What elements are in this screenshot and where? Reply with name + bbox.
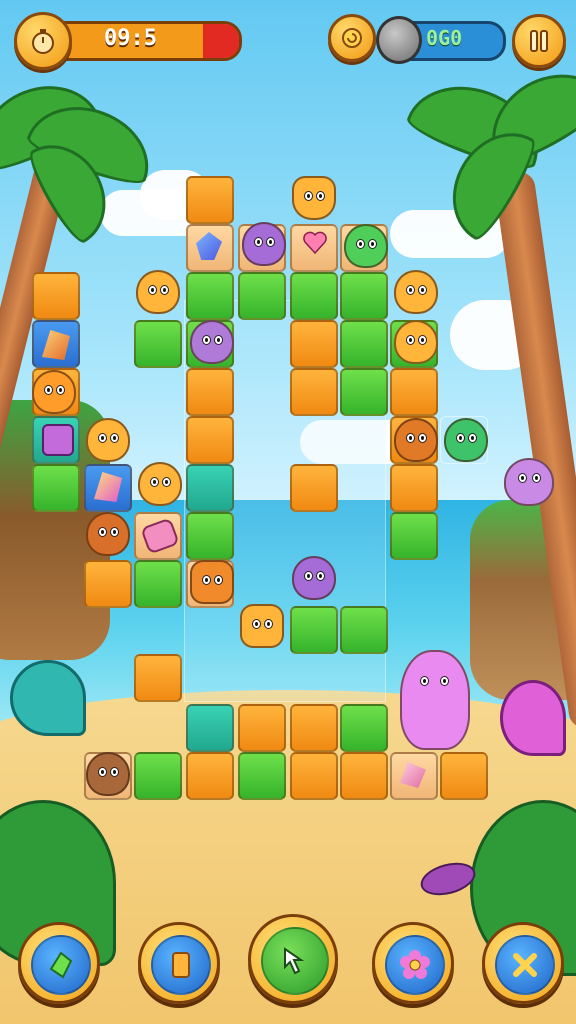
orange-blob-creature[interactable]	[394, 418, 438, 462]
brown-cat-creature[interactable]	[86, 512, 130, 556]
board-tile[interactable]	[290, 320, 338, 368]
flower-icon	[400, 950, 430, 979]
orange-fox-creature[interactable]	[394, 320, 438, 364]
board-tile[interactable]	[340, 752, 388, 800]
x-icon	[513, 953, 537, 977]
orange-star-creature[interactable]	[240, 604, 284, 648]
foreground-plant	[10, 660, 86, 736]
board-tile[interactable]	[290, 272, 338, 320]
board-tile[interactable]	[340, 368, 388, 416]
board-tile[interactable]	[186, 752, 234, 800]
heart-icon[interactable]	[302, 230, 328, 256]
foreground-plant	[500, 680, 566, 756]
orange-blob-creature[interactable]	[32, 370, 76, 414]
timer-badge	[14, 12, 72, 70]
board-tile[interactable]	[186, 704, 234, 752]
board-tile[interactable]	[186, 464, 234, 512]
card-tool-button[interactable]	[138, 922, 220, 1004]
purple-cat-creature[interactable]	[242, 222, 286, 266]
board-tile[interactable]	[134, 560, 182, 608]
board-tile[interactable]	[84, 560, 132, 608]
board-tile[interactable]	[290, 606, 338, 654]
board-tile[interactable]	[340, 272, 388, 320]
timer-text: 09:5	[104, 26, 157, 51]
orange-fox-creature[interactable]	[86, 418, 130, 462]
bag-icon	[376, 16, 422, 64]
board-tile[interactable]	[340, 704, 388, 752]
coin-icon	[342, 28, 362, 48]
cursor-tool-button[interactable]	[248, 914, 338, 1004]
board-tile[interactable]	[186, 512, 234, 560]
flower-tool-button[interactable]	[372, 922, 454, 1004]
board-tile[interactable]	[290, 752, 338, 800]
orange-fox-creature[interactable]	[138, 462, 182, 506]
score-text: 0G0	[426, 26, 463, 50]
board-tile[interactable]	[32, 272, 80, 320]
board-tile[interactable]	[134, 752, 182, 800]
board-tile[interactable]	[290, 464, 338, 512]
board-tile[interactable]	[390, 368, 438, 416]
orange-card-icon	[172, 952, 190, 978]
board-tile[interactable]	[440, 752, 488, 800]
orange-fox-creature[interactable]	[394, 270, 438, 314]
board-tile[interactable]	[290, 704, 338, 752]
pause-button[interactable]	[512, 14, 566, 68]
pause-icon	[530, 30, 548, 52]
arrow-cursor-icon	[284, 947, 305, 975]
timer-alert-segment	[203, 24, 239, 58]
board-tile[interactable]	[186, 416, 234, 464]
green-dino-creature[interactable]	[344, 224, 388, 268]
coin-button[interactable]	[328, 14, 376, 62]
board-tile[interactable]	[290, 368, 338, 416]
board-tile[interactable]	[186, 368, 234, 416]
purple-cat-creature[interactable]	[292, 556, 336, 600]
gem-tool-button[interactable]	[18, 922, 100, 1004]
green-dino-creature[interactable]	[444, 418, 488, 462]
purple-bird-creature[interactable]	[190, 320, 234, 364]
orange-star-creature[interactable]	[292, 176, 336, 220]
board-tile[interactable]	[340, 606, 388, 654]
brown-bird-creature[interactable]	[86, 752, 130, 796]
board-tile[interactable]	[32, 464, 80, 512]
game-scene: 09:5 0G0	[0, 0, 576, 1024]
orange-star-creature[interactable]	[190, 560, 234, 604]
green-gem-icon	[49, 951, 73, 979]
board-tile[interactable]	[134, 654, 182, 702]
stopwatch-icon	[32, 29, 54, 54]
board-tile[interactable]	[390, 464, 438, 512]
pink-cat-creature[interactable]	[400, 650, 470, 750]
board-tile[interactable]	[186, 176, 234, 224]
close-button[interactable]	[482, 922, 564, 1004]
purple-dino-creature[interactable]	[504, 458, 554, 506]
board-tile[interactable]	[238, 752, 286, 800]
board-tile[interactable]	[186, 272, 234, 320]
spiral-rune-icon[interactable]	[42, 424, 74, 456]
board-tile[interactable]	[340, 320, 388, 368]
board-tile[interactable]	[238, 272, 286, 320]
board-tile[interactable]	[390, 512, 438, 560]
board-tile[interactable]	[238, 704, 286, 752]
board-tile[interactable]	[134, 320, 182, 368]
orange-fox-creature[interactable]	[136, 270, 180, 314]
